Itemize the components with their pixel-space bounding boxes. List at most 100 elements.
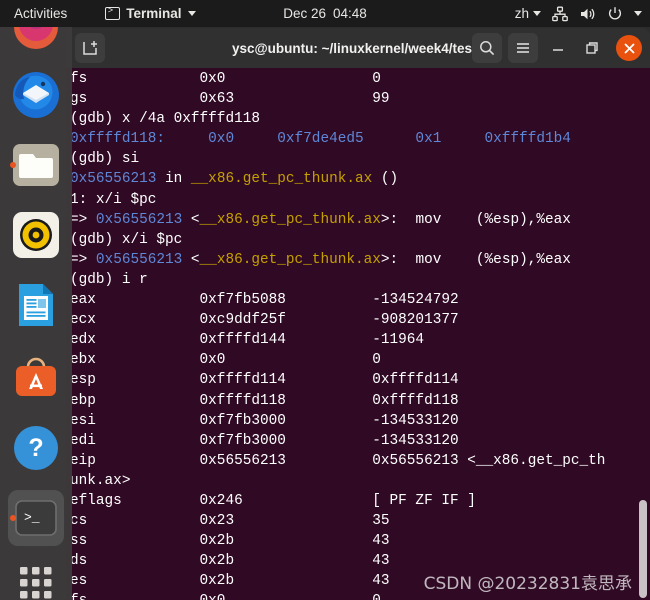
terminal-line: eflags 0x246 [ PF ZF IF ]: [70, 491, 605, 511]
files-icon: [13, 144, 59, 186]
libreoffice-writer-icon: [19, 284, 53, 326]
chevron-down-icon: [533, 11, 541, 16]
terminal-span: __x86.get_pc_thunk.ax: [190, 171, 373, 188]
chevron-down-icon: [187, 11, 196, 16]
clock-menu[interactable]: Dec 26 04:48: [283, 6, 367, 21]
close-button[interactable]: [616, 35, 642, 61]
terminal-span: ds 0x2b 43: [70, 553, 390, 570]
terminal-line: => 0x56556213 <__x86.get_pc_thunk.ax>: m…: [70, 210, 605, 230]
terminal-span: 0xffffd118: 0x0 0xf7de4ed5 0x1 0xffffd1b…: [70, 131, 571, 148]
terminal-span: (): [372, 171, 399, 188]
terminal-line: (gdb) si: [70, 149, 605, 169]
clock-time: 04:48: [332, 6, 367, 21]
terminal-line: 1: x/i $pc: [70, 190, 605, 210]
rhythmbox-icon: [13, 212, 59, 258]
new-tab-icon: [83, 41, 97, 55]
terminal-line: (gdb) x /4a 0xffffd118: [70, 109, 605, 129]
dock-item-rhythmbox[interactable]: [8, 207, 64, 263]
window-titlebar[interactable]: ysc@ubuntu: ~/linuxkernel/week4/test2: [66, 28, 650, 68]
terminal-span: =>: [70, 211, 96, 228]
search-icon: [480, 41, 495, 56]
terminal-icon: >_: [15, 500, 57, 536]
watermark: CSDN @20232831袁思承: [423, 574, 632, 594]
gnome-top-bar: Activities Terminal Dec 26 04:48 zh: [0, 0, 650, 27]
terminal-span: edi 0xf7fb3000 -134533120: [70, 432, 459, 449]
terminal-span: =>: [70, 251, 96, 268]
dock-item-libreoffice-writer[interactable]: [8, 277, 64, 333]
help-icon: ?: [14, 426, 58, 470]
terminal-line: eax 0xf7fb5088 -134524792: [70, 290, 605, 310]
terminal-span: ss 0x2b 43: [70, 533, 390, 550]
terminal-span: 1: x/i $pc: [70, 191, 157, 208]
terminal-line: ecx 0xc9ddf25f -908201377: [70, 310, 605, 330]
terminal-span: >: mov (%esp),%eax: [380, 251, 571, 268]
terminal-line: fs 0x0 0: [70, 69, 605, 89]
svg-text:?: ?: [28, 434, 43, 462]
terminal-span: edx 0xffffd144 -11964: [70, 332, 425, 349]
terminal-span: 0x56556213: [70, 171, 157, 188]
terminal-span: esi 0xf7fb3000 -134533120: [70, 412, 459, 429]
ubuntu-software-icon: [16, 357, 56, 396]
thunderbird-icon: [13, 72, 59, 118]
terminal-line: edx 0xffffd144 -11964: [70, 330, 605, 350]
volume-icon: [581, 8, 595, 19]
minimize-button[interactable]: [544, 34, 572, 62]
dock-item-thunderbird[interactable]: [8, 67, 64, 123]
terminal-span: 0x56556213: [95, 251, 183, 268]
app-menu-terminal[interactable]: Terminal: [105, 6, 196, 21]
system-tray: zh: [515, 6, 642, 22]
svg-text:>_: >_: [24, 510, 40, 525]
terminal-icon: [105, 6, 121, 20]
dock-item-ubuntu-software[interactable]: [8, 350, 64, 406]
app-menu-label: Terminal: [126, 6, 182, 21]
terminal-line: gs 0x63 99: [70, 89, 605, 109]
activities-button[interactable]: Activities: [4, 0, 77, 27]
terminal-span: cs 0x23 35: [70, 513, 390, 530]
dock-item-show-applications[interactable]: [8, 555, 64, 600]
terminal-span: (gdb) x/i $pc: [70, 231, 183, 248]
terminal-span: eax 0xf7fb5088 -134524792: [70, 292, 459, 309]
new-tab-button[interactable]: [75, 33, 105, 63]
minimize-icon: [553, 49, 563, 51]
terminal-span: ebp 0xffffd118 0xffffd118: [70, 392, 459, 409]
terminal-line: esi 0xf7fb3000 -134533120: [70, 411, 605, 431]
terminal-span: <: [182, 251, 200, 268]
terminal-span: ebx 0x0 0: [70, 352, 381, 369]
terminal-span: in: [156, 171, 191, 188]
running-indicator-dot: [10, 162, 16, 168]
terminal-span: unk.ax>: [70, 472, 131, 489]
network-icon: [552, 6, 568, 21]
terminal-line: edi 0xf7fb3000 -134533120: [70, 431, 605, 451]
dock-item-help[interactable]: ?: [8, 420, 64, 476]
close-icon: [624, 43, 634, 53]
ubuntu-dock: ? >_: [0, 5, 72, 600]
input-method-indicator[interactable]: zh: [515, 6, 541, 21]
dock-item-files[interactable]: [8, 137, 64, 193]
terminal-span: fs 0x0 0: [70, 593, 381, 600]
terminal-body[interactable]: fs 0x0 0 gs 0x63 99 (gdb) x /4a 0xffffd118…: [66, 68, 650, 600]
terminal-scrollbar-thumb[interactable]: [639, 500, 647, 598]
terminal-span: eflags 0x246 [ PF ZF IF ]: [70, 492, 476, 509]
search-button[interactable]: [472, 33, 502, 63]
power-icon: [608, 6, 622, 20]
terminal-span: (gdb) si: [70, 151, 140, 168]
menu-button[interactable]: [508, 33, 538, 63]
terminal-window: ysc@ubuntu: ~/linuxkernel/week4/test2 fs…: [66, 28, 650, 600]
maximize-button[interactable]: [578, 34, 606, 62]
terminal-span: __x86.get_pc_thunk.ax: [199, 211, 381, 228]
terminal-line: unk.ax>: [70, 471, 605, 491]
terminal-span: fs 0x0 0: [70, 71, 381, 87]
window-controls: [472, 33, 642, 63]
terminal-span: (gdb) i r: [70, 271, 148, 288]
terminal-span: (gdb) x /4a 0xffffd118: [70, 111, 260, 128]
terminal-output: fs 0x0 0 gs 0x63 99 (gdb) x /4a 0xffffd118…: [70, 69, 605, 600]
terminal-line: esp 0xffffd114 0xffffd114: [70, 370, 605, 390]
terminal-line: ss 0x2b 43: [70, 531, 605, 551]
hamburger-menu-icon: [517, 43, 529, 53]
dock-item-terminal[interactable]: >_: [8, 490, 64, 546]
chevron-down-icon[interactable]: [634, 11, 642, 16]
terminal-span: <: [182, 211, 200, 228]
running-indicator-dot: [10, 515, 16, 521]
grid-icon: [20, 567, 52, 599]
desktop: Activities Terminal Dec 26 04:48 zh: [0, 0, 650, 600]
